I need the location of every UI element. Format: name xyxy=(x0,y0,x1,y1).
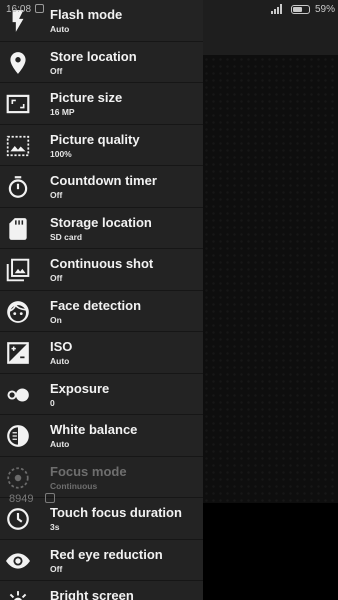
setting-title: Countdown timer xyxy=(50,173,157,188)
camera-settings-screen: Flash mode Auto Store location Off Pictu… xyxy=(0,0,338,600)
setting-value: Auto xyxy=(50,439,70,449)
setting-value: 16 MP xyxy=(50,107,75,117)
setting-exposure[interactable]: Exposure 0 xyxy=(0,374,203,415)
setting-title: Picture size xyxy=(50,90,123,105)
setting-picture-size[interactable]: Picture size 16 MP xyxy=(0,83,203,125)
setting-title: Focus mode xyxy=(50,463,127,479)
setting-picture-quality[interactable]: Picture quality 100% xyxy=(0,125,203,166)
setting-title: ISO xyxy=(50,339,73,354)
setting-iso[interactable]: ISO Auto xyxy=(0,332,203,374)
picture-size-icon xyxy=(5,91,31,117)
setting-value: Continuous xyxy=(50,480,98,491)
setting-title: Storage location xyxy=(50,214,152,230)
notification-icon xyxy=(35,4,44,13)
setting-continuous-shot[interactable]: Continuous shot Off xyxy=(0,249,203,291)
face-icon xyxy=(5,299,31,325)
setting-bright-screen[interactable]: Bright screen xyxy=(0,581,203,600)
setting-value: 100% xyxy=(50,148,72,159)
setting-value: Off xyxy=(50,273,63,283)
signal-icon xyxy=(271,4,285,14)
camera-bottom-area xyxy=(203,503,338,600)
setting-value: Off xyxy=(50,563,63,574)
battery-percent: 59% xyxy=(315,4,336,15)
setting-storage-location[interactable]: Storage location SD card xyxy=(0,208,203,249)
setting-title: Store location xyxy=(50,48,137,64)
setting-countdown-timer[interactable]: Countdown timer Off xyxy=(0,166,203,208)
overlay-square-icon xyxy=(45,493,55,503)
setting-title: Continuous shot xyxy=(50,256,154,271)
overlay-counter: 8949 xyxy=(9,493,34,505)
status-bar: 16:08 59% xyxy=(0,0,338,20)
setting-value: SD card xyxy=(50,231,83,242)
sd-card-icon xyxy=(5,216,31,242)
setting-white-balance[interactable]: White balance Auto xyxy=(0,415,203,457)
white-balance-icon xyxy=(5,423,31,449)
eye-icon xyxy=(5,548,31,574)
setting-value: 3s xyxy=(50,522,60,532)
settings-panel: Flash mode Auto Store location Off Pictu… xyxy=(0,0,203,600)
setting-value: Off xyxy=(50,65,63,76)
picture-quality-icon xyxy=(5,133,31,159)
setting-value: Auto xyxy=(50,24,70,34)
battery-icon xyxy=(291,5,310,14)
bright-screen-icon xyxy=(5,589,31,600)
battery-level-fill xyxy=(293,7,302,12)
setting-face-detection[interactable]: Face detection On xyxy=(0,291,203,332)
setting-focus-mode: Focus mode Continuous xyxy=(0,457,203,498)
setting-title: Face detection xyxy=(50,297,142,313)
camera-preview xyxy=(203,0,338,503)
setting-store-location[interactable]: Store location Off xyxy=(0,42,203,83)
timer-icon xyxy=(5,174,31,200)
photo-library-icon xyxy=(5,257,31,283)
setting-value: Off xyxy=(50,190,63,200)
setting-red-eye-reduction[interactable]: Red eye reduction Off xyxy=(0,540,203,581)
status-time: 16:08 xyxy=(6,4,32,15)
setting-title: Touch focus duration xyxy=(50,505,182,520)
setting-value: On xyxy=(50,314,62,325)
setting-title: White balance xyxy=(50,422,138,437)
setting-title: Exposure xyxy=(50,380,110,396)
setting-title: Bright screen xyxy=(50,588,134,600)
iso-icon xyxy=(5,340,31,366)
focus-icon xyxy=(5,465,31,491)
setting-title: Red eye reduction xyxy=(50,546,163,562)
exposure-icon xyxy=(5,382,31,408)
setting-value: 0 xyxy=(50,397,55,408)
clock-icon xyxy=(5,506,31,532)
setting-title: Picture quality xyxy=(50,131,140,147)
location-pin-icon xyxy=(5,50,31,76)
setting-value: Auto xyxy=(50,356,70,366)
